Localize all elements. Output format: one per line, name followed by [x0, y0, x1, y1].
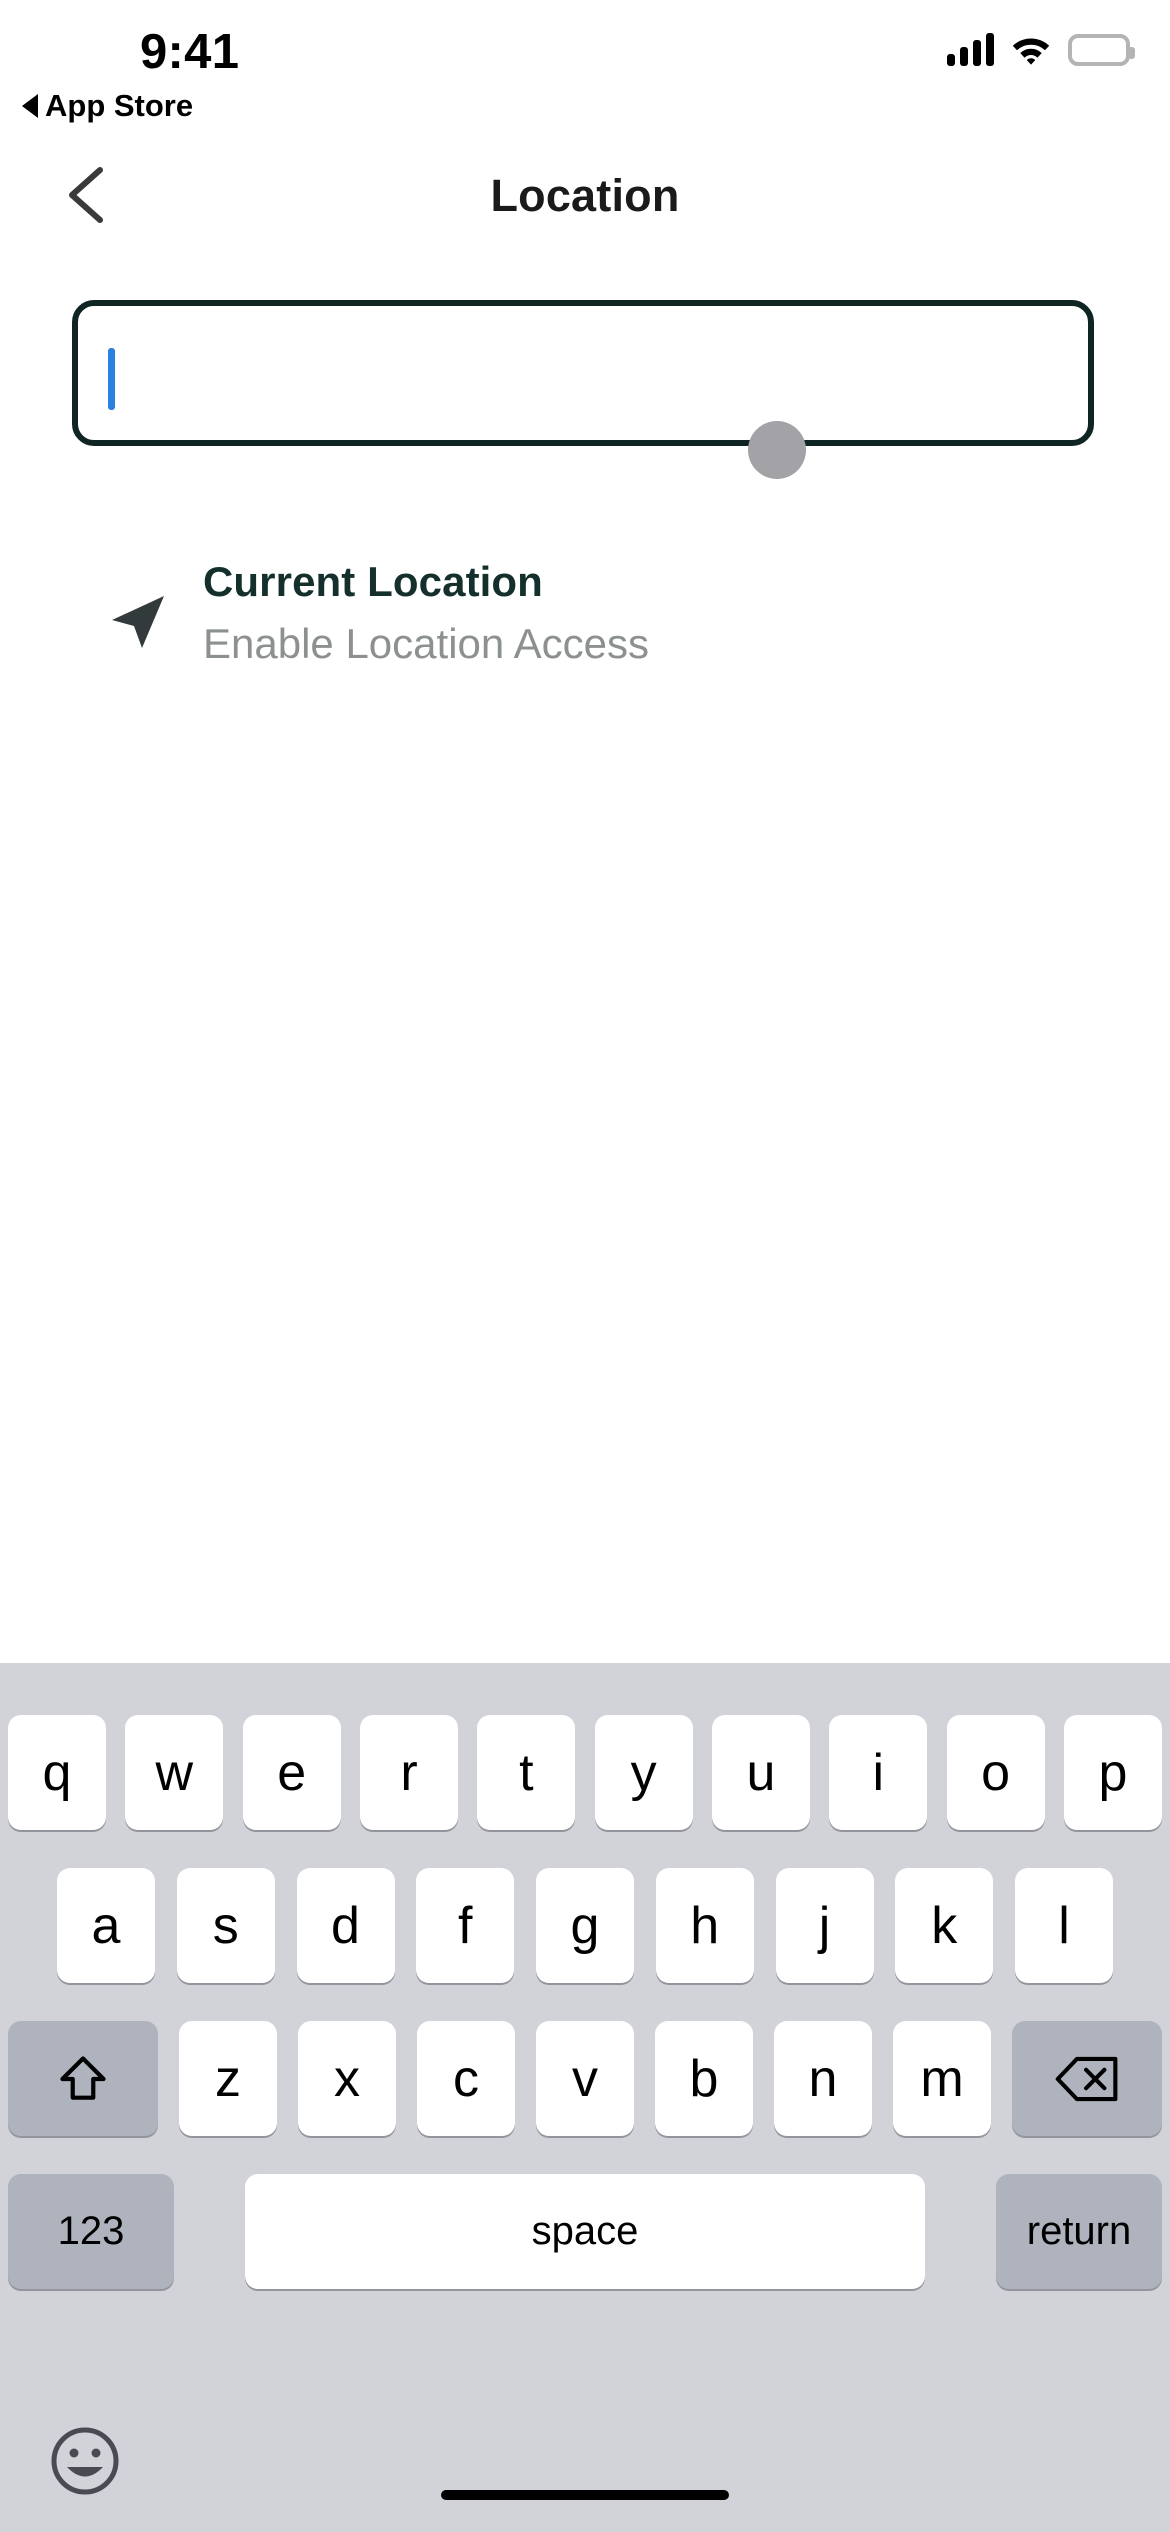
status-bar: 9:41 App Store [0, 0, 1170, 123]
return-to-app-store-button[interactable]: App Store [22, 88, 193, 124]
shift-arrow-icon [60, 2055, 106, 2100]
onscreen-keyboard: q w e r t y u i o p a s d f g h j k l z … [0, 1663, 1170, 2532]
emoji-key[interactable] [50, 2426, 120, 2496]
status-bar-icons [947, 32, 1135, 66]
key-w[interactable]: w [125, 1715, 224, 1830]
key-v[interactable]: v [536, 2021, 634, 2136]
key-q[interactable]: q [8, 1715, 106, 1830]
status-bar-time: 9:41 [140, 25, 240, 79]
key-y[interactable]: y [594, 1715, 693, 1830]
key-f[interactable]: f [416, 1868, 515, 1983]
key-p[interactable]: p [1063, 1715, 1162, 1830]
key-t[interactable]: t [477, 1715, 576, 1830]
back-triangle-icon [22, 94, 38, 118]
page-title: Location [490, 170, 680, 221]
key-c[interactable]: c [417, 2021, 515, 2136]
home-indicator[interactable] [441, 2490, 729, 2500]
key-k[interactable]: k [895, 1868, 994, 1983]
navigation-arrow-icon [108, 590, 170, 652]
key-o[interactable]: o [946, 1715, 1045, 1830]
return-key[interactable]: return [996, 2174, 1162, 2289]
key-j[interactable]: j [775, 1868, 874, 1983]
cellular-signal-icon [947, 32, 994, 66]
current-location-title: Current Location [203, 558, 543, 605]
delete-key[interactable] [1012, 2021, 1162, 2136]
location-search-field[interactable] [72, 300, 1094, 446]
key-b[interactable]: b [655, 2021, 753, 2136]
emoji-smiley-icon [51, 2427, 119, 2495]
space-key[interactable]: space [245, 2174, 925, 2289]
key-x[interactable]: x [298, 2021, 396, 2136]
key-i[interactable]: i [829, 1715, 928, 1830]
key-n[interactable]: n [774, 2021, 872, 2136]
touch-point [748, 421, 806, 479]
key-e[interactable]: e [242, 1715, 341, 1830]
key-z[interactable]: z [179, 2021, 277, 2136]
location-search-field-container [72, 300, 1094, 446]
battery-full-icon [1068, 34, 1135, 66]
navigation-bar: Location [0, 150, 1170, 250]
keyboard-row-3: z x c v b n m [0, 2021, 1170, 2136]
keyboard-row-2: a s d f g h j k l [0, 1868, 1170, 1983]
shift-key[interactable] [8, 2021, 158, 2136]
keyboard-row-4: 123 space return [0, 2174, 1170, 2289]
back-app-label: App Store [45, 88, 194, 123]
location-search-input[interactable] [120, 306, 1060, 440]
phone-screen: 9:41 App Store Location Current Location… [0, 0, 1170, 2532]
key-m[interactable]: m [893, 2021, 991, 2136]
key-l[interactable]: l [1015, 1868, 1113, 1983]
key-u[interactable]: u [711, 1715, 810, 1830]
key-s[interactable]: s [176, 1868, 275, 1983]
key-r[interactable]: r [359, 1715, 458, 1830]
numbers-key[interactable]: 123 [8, 2174, 174, 2289]
keyboard-row-1: q w e r t y u i o p [0, 1715, 1170, 1830]
key-a[interactable]: a [57, 1868, 155, 1983]
key-d[interactable]: d [296, 1868, 395, 1983]
backspace-delete-icon [1055, 2056, 1118, 2101]
wifi-icon [1010, 32, 1052, 66]
current-location-subtitle: Enable Location Access [203, 620, 649, 667]
text-caret [108, 348, 115, 410]
key-g[interactable]: g [536, 1868, 634, 1983]
current-location-row[interactable]: Current Location Enable Location Access [0, 558, 1170, 678]
key-h[interactable]: h [655, 1868, 754, 1983]
